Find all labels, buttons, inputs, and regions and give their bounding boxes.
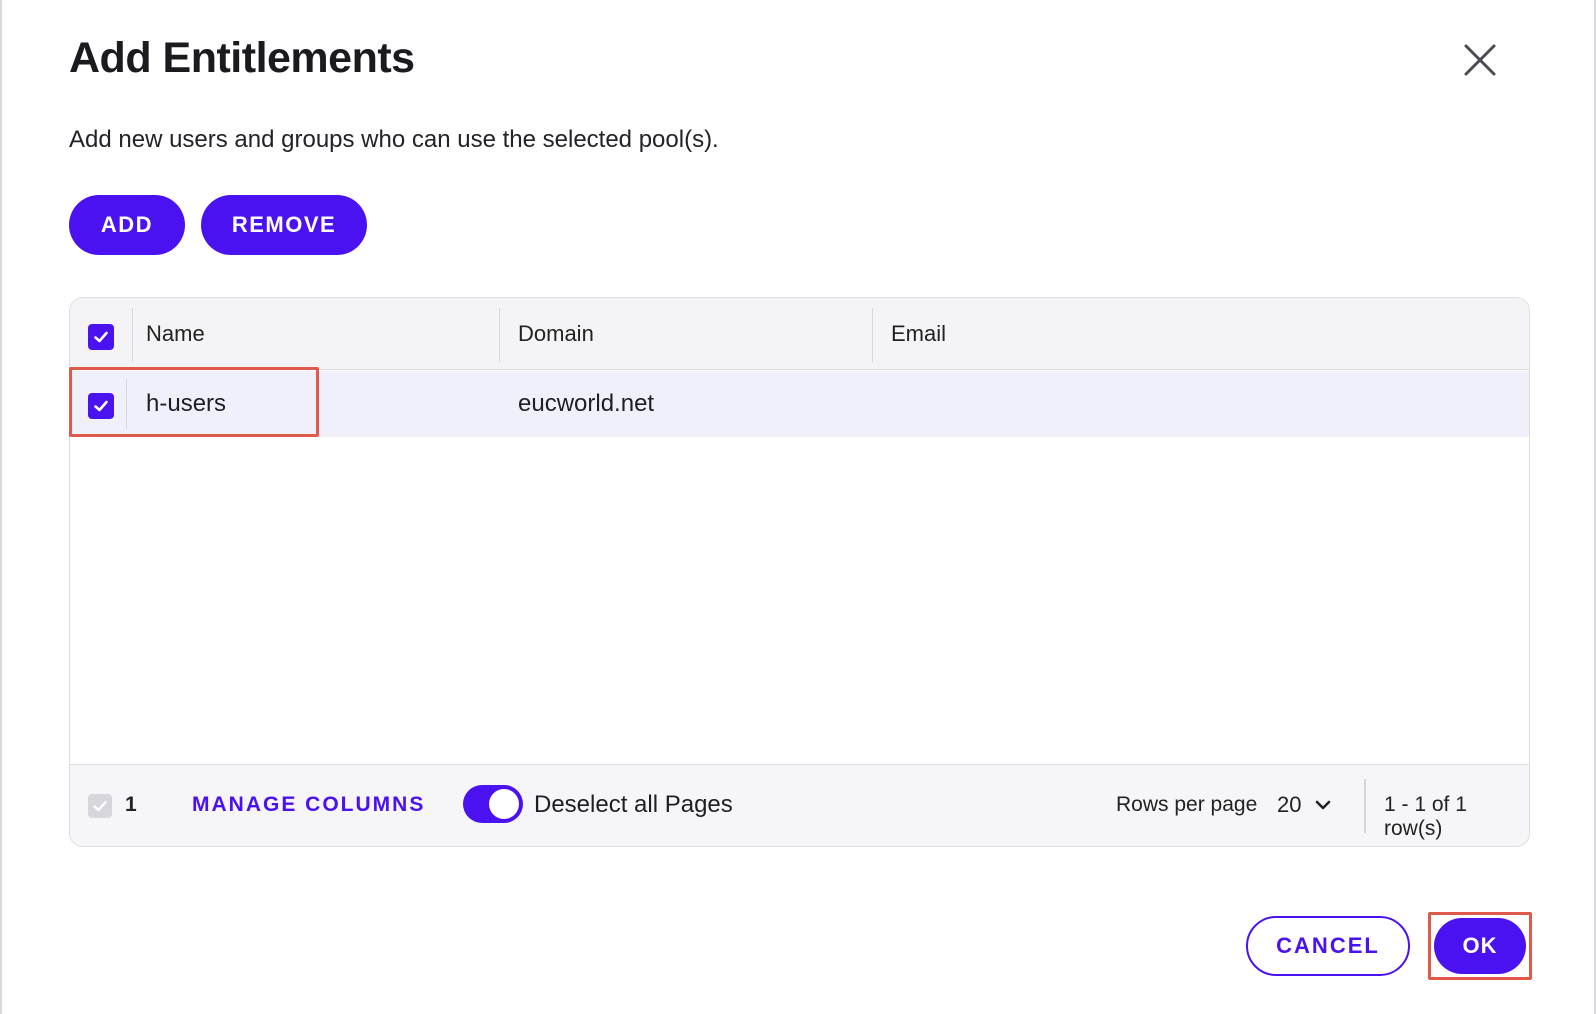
row-checkbox[interactable]: [88, 393, 114, 419]
entitlements-table: Name Domain Email h-users eucworld.net 1…: [69, 297, 1530, 847]
dialog-subtitle: Add new users and groups who can use the…: [69, 126, 719, 153]
select-all-checkbox[interactable]: [88, 324, 114, 350]
pagination-range: 1 - 1 of 1 row(s): [1384, 793, 1467, 840]
ok-button[interactable]: OK: [1434, 918, 1526, 974]
table-footer: 1 MANAGE COLUMNS Deselect all Pages Rows…: [70, 764, 1529, 846]
column-header-name[interactable]: Name: [146, 298, 205, 370]
manage-columns-link[interactable]: MANAGE COLUMNS: [192, 793, 425, 817]
rows-per-page-value: 20: [1277, 792, 1302, 817]
rows-per-page-select[interactable]: 20: [1277, 787, 1333, 823]
selected-count: 1: [125, 793, 137, 816]
table-header: Name Domain Email: [70, 298, 1529, 370]
add-entitlements-dialog: Add Entitlements Add new users and group…: [0, 0, 1596, 1014]
column-header-email[interactable]: Email: [891, 298, 946, 370]
checkmark-icon: [94, 331, 108, 343]
column-header-domain[interactable]: Domain: [518, 298, 594, 370]
close-icon[interactable]: [1458, 38, 1502, 82]
checkmark-icon: [93, 800, 107, 812]
cell-name: h-users: [146, 390, 227, 417]
deselect-all-label: Deselect all Pages: [534, 791, 733, 818]
checkmark-icon: [94, 400, 108, 412]
footer-selected-checkbox: [88, 794, 112, 818]
remove-button[interactable]: REMOVE: [201, 195, 367, 255]
add-button[interactable]: ADD: [69, 195, 185, 255]
dialog-title: Add Entitlements: [69, 34, 415, 82]
chevron-down-icon: [1316, 800, 1331, 810]
table-row[interactable]: h-users eucworld.net: [70, 371, 1529, 437]
cell-domain: eucworld.net: [518, 390, 655, 417]
cancel-button[interactable]: CANCEL: [1246, 916, 1410, 976]
rows-per-page-label: Rows per page: [1116, 793, 1258, 816]
toggle-knob: [489, 789, 519, 819]
deselect-all-toggle[interactable]: [463, 785, 523, 823]
